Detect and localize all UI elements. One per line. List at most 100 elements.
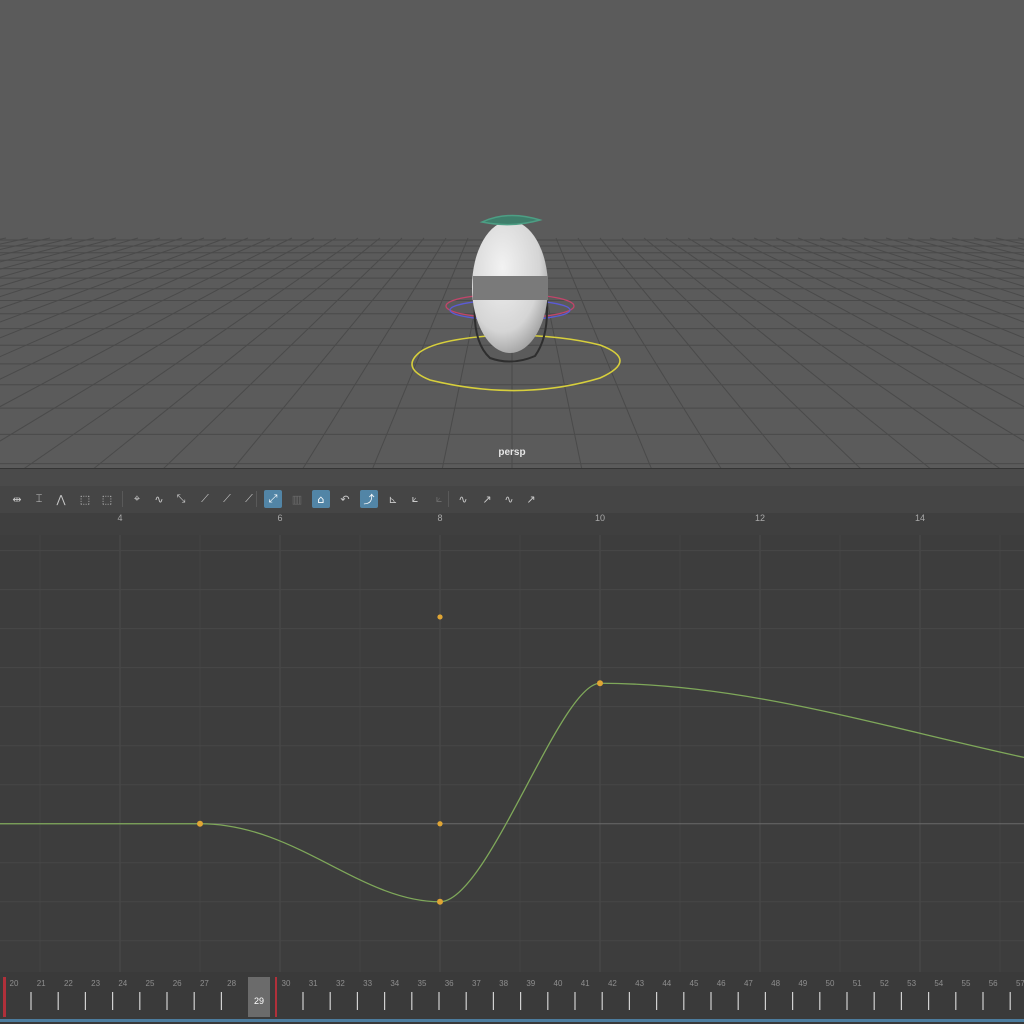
keyframe-point[interactable] [437,898,443,905]
grid-line [233,237,425,468]
tangent-clamped-icon[interactable]: ⤡ [172,490,190,508]
animation-curve[interactable] [0,682,1024,903]
unify-tangents-icon[interactable]: ⌂ [312,490,330,508]
time-slider-bar[interactable] [0,1019,1024,1022]
tangent-linear-icon[interactable]: ⟋ [196,490,214,508]
free-weights-icon[interactable]: ⊾ [384,490,402,508]
time-slider-label: 56 [988,979,998,988]
grid-line [24,237,359,468]
time-slider-label: 52 [879,979,889,988]
time-slider-label: 51 [852,979,862,988]
grid-line [163,237,403,468]
grid-line [577,237,722,468]
time-slider-label: 43 [635,979,645,988]
grid-line [1017,237,1024,240]
oscillate-icon[interactable]: ↗ [522,490,540,508]
grid-line [0,237,29,245]
frame-ruler-label: 8 [437,513,443,523]
insert-key-icon[interactable]: ⌶ [30,490,48,508]
time-slider-label: 45 [689,979,699,988]
tangent-handle[interactable] [437,614,443,620]
weighted-tangents-icon[interactable]: ↶ [336,490,354,508]
time-slider-label: 36 [444,979,454,988]
range-start-marker [3,977,6,1017]
tangent-handle[interactable] [437,821,443,827]
grid-line [621,237,861,468]
time-slider-label: 44 [662,979,672,988]
break-tangents-icon[interactable]: ▥ [288,490,306,508]
grid-line [0,237,183,298]
viewport-scene[interactable] [0,0,1024,468]
grid-line [0,237,271,358]
tangent-flat-icon[interactable]: ⟋ [218,490,236,508]
grid-line [0,237,161,287]
frame-ruler-label: 12 [754,513,766,523]
time-slider[interactable]: 29 20 21 22 23 24 25 26 27 28 30 31 32 33 34 35 36 37 38 3… [0,972,1024,1024]
animation-curve-graph[interactable] [0,535,1024,972]
time-slider-label: 54 [934,979,944,988]
toolbar-separator [122,491,123,507]
egg-band [473,276,548,300]
time-slider-label: 57 [1015,979,1024,988]
pre-infinity-cycle-icon[interactable]: ∿ [454,490,472,508]
time-slider-label: 50 [825,979,835,988]
graph-editor-view[interactable] [0,535,1024,972]
head-control-curve[interactable] [479,214,543,226]
denormalize-icon[interactable]: ⟀ [430,490,448,508]
time-slider-label: 47 [743,979,753,988]
time-slider-label: 31 [308,979,318,988]
grid-line [0,237,205,309]
time-slider-label: 34 [390,979,400,988]
retime-icon[interactable]: ⬚ [98,490,116,508]
time-slider-label: 41 [580,979,590,988]
grid-line [753,237,1024,358]
cycle-offset-icon[interactable]: ∿ [500,490,518,508]
keyframe-point[interactable] [197,820,203,827]
grid-line [995,237,1024,245]
time-slider-label: 27 [199,979,209,988]
time-slider-label: 32 [335,979,345,988]
panel-divider[interactable] [0,468,1024,487]
tangent-auto-icon[interactable]: ⌖ [128,490,146,508]
time-slider-label: 49 [798,979,808,988]
frame-ruler-label: 14 [914,513,926,523]
grid-line [643,237,931,468]
grid-line [93,237,381,468]
time-slider-label: 53 [907,979,917,988]
frame-ruler-label: 10 [594,513,606,523]
grid-line [951,237,1024,256]
lattice-deform-icon[interactable]: ⋀ [52,490,70,508]
time-slider-label: 23 [91,979,101,988]
frame-ruler[interactable]: 4 6 8 10 12 14 [0,513,1024,536]
tangent-spline-icon[interactable]: ∿ [150,490,168,508]
time-slider-label: 28 [227,979,237,988]
time-slider-label: 25 [145,979,155,988]
lock-weights-icon[interactable]: ⤴ [360,490,378,508]
grid-line [599,237,791,468]
grid-line [0,237,7,240]
time-slider-label: 37 [471,979,481,988]
toolbar-separator [448,491,449,507]
time-slider-label: 30 [281,979,291,988]
move-key-icon[interactable]: ⇹ [8,490,26,508]
time-slider-label: 46 [716,979,726,988]
perspective-viewport[interactable]: persp [0,0,1024,468]
time-slider-label: 39 [526,979,536,988]
grid-line [0,237,249,339]
grid-line [819,237,1024,309]
time-slider-label: 48 [771,979,781,988]
grid-line [302,237,447,468]
normalize-icon[interactable]: ⟀ [406,490,424,508]
time-slider-label: 20 [9,979,19,988]
post-infinity-cycle-icon[interactable]: ↗ [478,490,496,508]
grid-line [0,237,337,442]
region-scale-icon[interactable]: ⬚ [76,490,94,508]
time-slider-label: 24 [118,979,128,988]
time-slider-label: 33 [363,979,373,988]
time-slider-label: 38 [499,979,509,988]
current-frame-label: 29 [253,996,264,1006]
grid-line [841,237,1024,298]
keyframe-point[interactable] [597,680,603,687]
tangent-plateau-icon[interactable]: ⤢ [264,490,282,508]
graph-editor-toolbar: ⇹ ⌶ ⋀ ⬚ ⬚ ⌖ ∿ ⤡ ⟋ ⟋ ⟋ ⤢ ▥ ⌂ ↶ ⤴ ⊾ ⟀ ⟀ ∿ ↗ ∿ ↗ [0,486,1024,514]
